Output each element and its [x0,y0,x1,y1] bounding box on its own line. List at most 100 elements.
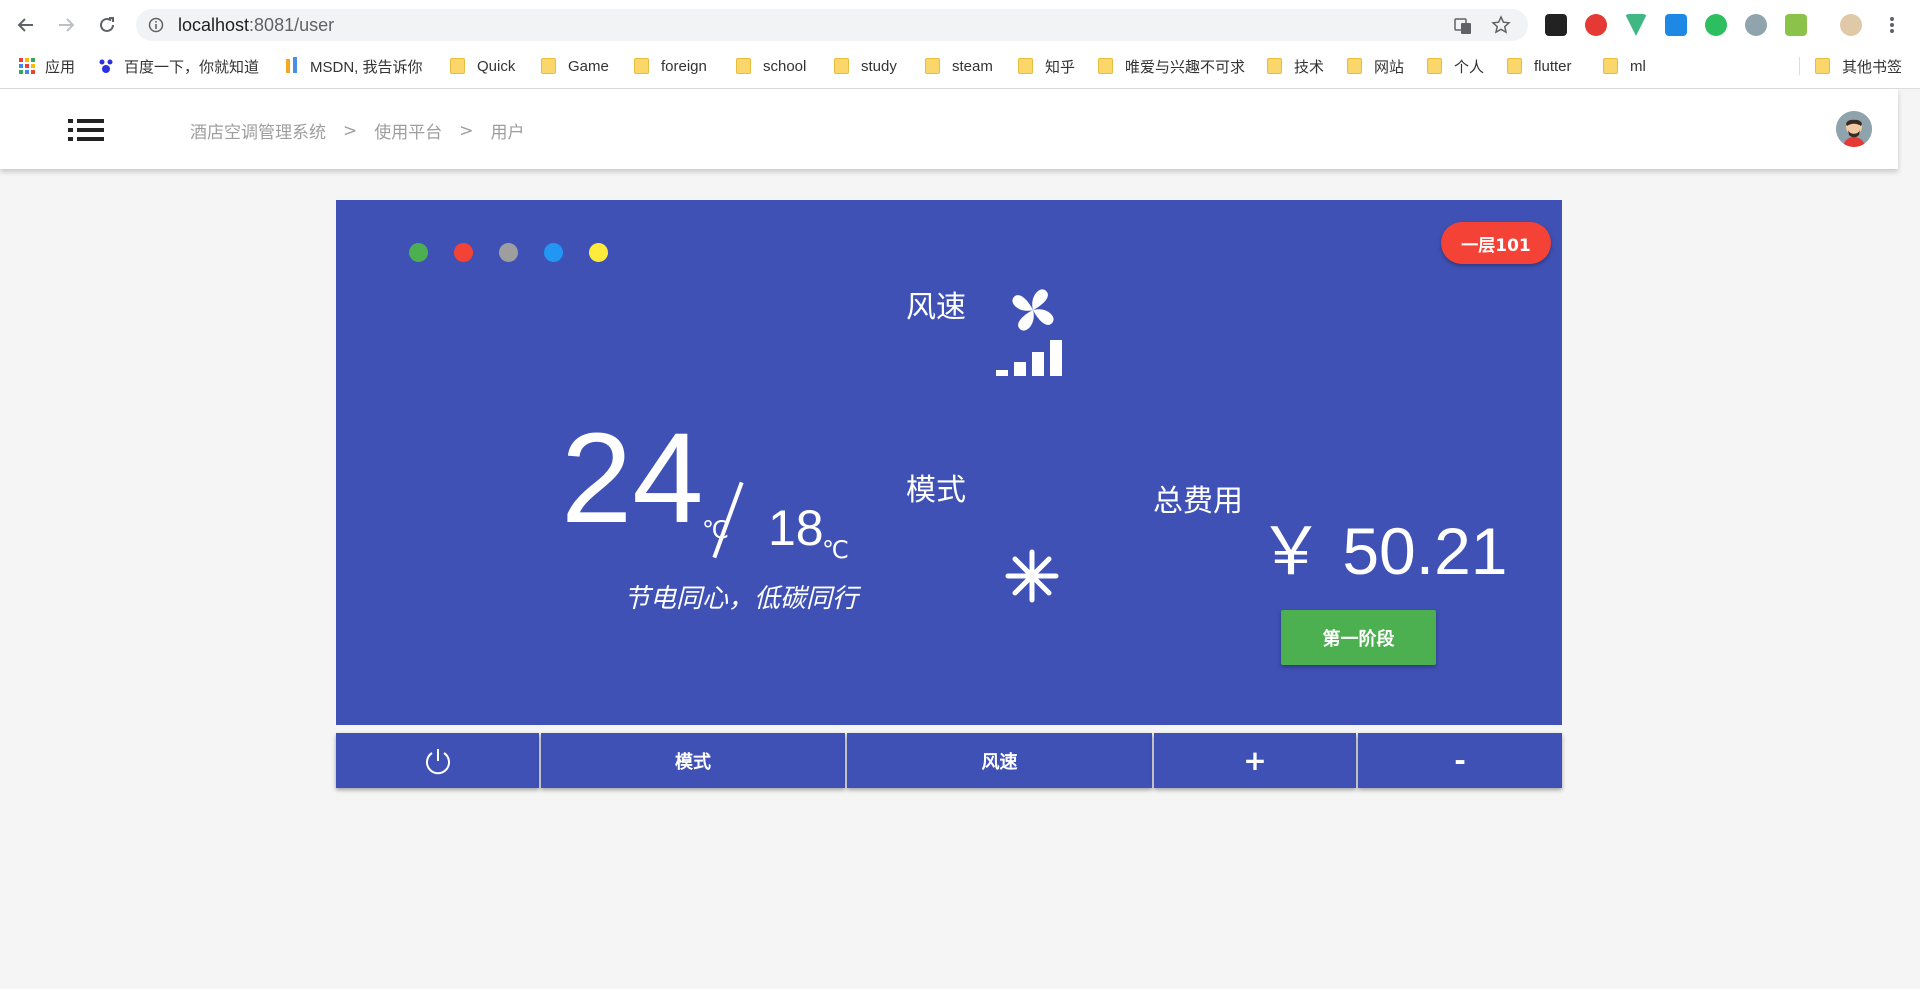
target-temperature: 18 [768,500,824,556]
bookmark-msdn[interactable]: MSDN, 我告诉你 [284,56,423,76]
bookmark-folder[interactable]: ml [1603,56,1646,76]
bookmark-label: Quick [477,57,516,75]
evernote-icon[interactable] [1705,14,1727,36]
bookmark-folder[interactable]: 技术 [1267,56,1324,76]
bookmark-label: 知乎 [1045,58,1076,76]
browser-chrome: localhost:8081/user 应用 百度一下，你就知道 MSDN, 我… [0,0,1920,89]
folder-icon [736,58,751,74]
temp-minus-button[interactable]: - [1358,733,1562,788]
extension-7-icon[interactable] [1785,14,1807,36]
room-badge: 一层101 [1441,222,1551,264]
bookmark-label: 技术 [1294,58,1325,76]
browser-menu-icon[interactable] [1880,13,1904,37]
stage-button[interactable]: 第一阶段 [1281,610,1436,665]
folder-icon [1347,58,1362,74]
folder-icon [1603,58,1618,74]
menu-list-icon[interactable] [68,118,104,142]
bookmark-folder[interactable]: foreign [634,56,707,76]
address-bar[interactable]: localhost:8081/user [136,9,1528,41]
url-path: :8081/user [249,15,335,35]
baidu-icon [99,59,113,73]
vue-devtools-icon[interactable] [1625,14,1647,36]
bookmark-label: school [763,57,807,75]
power-button[interactable] [336,733,539,788]
wind-label: 风速 [906,290,966,325]
folder-icon [1018,58,1033,74]
folder-icon [1815,58,1830,74]
status-dot-gray [499,243,518,262]
bookmark-other[interactable]: 其他书签 [1815,56,1902,76]
apps-grid-icon [19,58,35,74]
bookmark-label: flutter [1534,57,1572,75]
bookmark-label: 应用 [45,58,76,76]
fee-label: 总费用 [1153,484,1243,519]
bookmark-folder[interactable]: Game [541,56,609,76]
breadcrumb-item: 用户 [490,123,525,143]
user-avatar-icon [1836,111,1872,147]
fee-value: ￥ 50.21 [1258,514,1508,588]
msdn-icon [286,57,297,73]
status-dot-red [454,243,473,262]
status-dot-green [409,243,428,262]
reload-icon[interactable] [95,13,119,37]
snowflake-icon [1004,548,1060,608]
translate-icon[interactable] [1454,17,1472,39]
bookmark-folder[interactable]: 知乎 [1018,56,1075,76]
back-icon[interactable] [14,13,38,37]
adblock-icon[interactable] [1585,14,1607,36]
wind-button[interactable]: 风速 [847,733,1152,788]
bookmark-label: steam [952,57,993,75]
bookmark-folder[interactable]: 网站 [1347,56,1404,76]
avatar[interactable] [1836,111,1872,147]
control-panel: 一层101 风速 24 ℃ 18 ℃ 节电同心，低碳同行 模式 总费用 ￥ 50… [336,200,1562,725]
profile-icon[interactable] [1840,14,1862,36]
folder-icon [450,58,465,74]
control-button-bar: 模式 风速 + - [336,733,1562,788]
folder-icon [1267,58,1282,74]
folder-icon [634,58,649,74]
bookmark-folder[interactable]: study [834,56,897,76]
app-header: 酒店空调管理系统 > 使用平台 > 用户 [0,89,1898,169]
mode-label: 模式 [906,473,966,508]
current-temperature: 24 [561,407,704,550]
bookmark-folder[interactable]: 唯爱与兴趣不可求 [1098,56,1245,76]
bookmark-label: foreign [661,57,707,75]
folder-icon [541,58,556,74]
breadcrumb-separator: > [343,120,358,141]
bookmark-folder[interactable]: 个人 [1427,56,1484,76]
browser-toolbar: localhost:8081/user [0,0,1920,50]
bookmark-label: study [861,57,897,75]
slogan: 节电同心，低碳同行 [624,584,859,614]
bookmark-label: 唯爱与兴趣不可求 [1125,58,1246,76]
bookmark-label: ml [1630,57,1646,75]
bookmark-folder[interactable]: school [736,56,806,76]
bookmark-folder[interactable]: flutter [1507,56,1572,76]
extension-6-icon[interactable] [1745,14,1767,36]
extension-1-icon[interactable] [1545,14,1567,36]
mode-button[interactable]: 模式 [541,733,845,788]
breadcrumb-separator: > [459,120,474,141]
breadcrumb: 酒店空调管理系统 > 使用平台 > 用户 [190,118,525,144]
folder-icon [1098,58,1113,74]
folder-icon [834,58,849,74]
temp-plus-button[interactable]: + [1154,733,1356,788]
bookmark-folder[interactable]: steam [925,56,993,76]
bookmark-star-icon[interactable] [1491,15,1511,39]
extension-4-icon[interactable] [1665,14,1687,36]
url-host: localhost [178,15,250,35]
forward-icon[interactable] [54,13,78,37]
bookmark-folder[interactable]: Quick [450,56,515,76]
signal-bars-icon [996,340,1068,380]
breadcrumb-item[interactable]: 使用平台 [374,118,442,143]
status-dot-blue [544,243,563,262]
breadcrumb-item[interactable]: 酒店空调管理系统 [190,118,326,143]
folder-icon [925,58,940,74]
status-dot-yellow [589,243,608,262]
bookmark-label: MSDN, 我告诉你 [310,58,423,76]
site-info-icon[interactable] [148,17,164,37]
url-text: localhost:8081/user [178,15,334,36]
bookmark-label: 个人 [1454,58,1485,76]
folder-icon [1427,58,1442,74]
bookmark-baidu[interactable]: 百度一下，你就知道 [98,56,259,76]
bookmark-apps[interactable]: 应用 [19,56,75,76]
